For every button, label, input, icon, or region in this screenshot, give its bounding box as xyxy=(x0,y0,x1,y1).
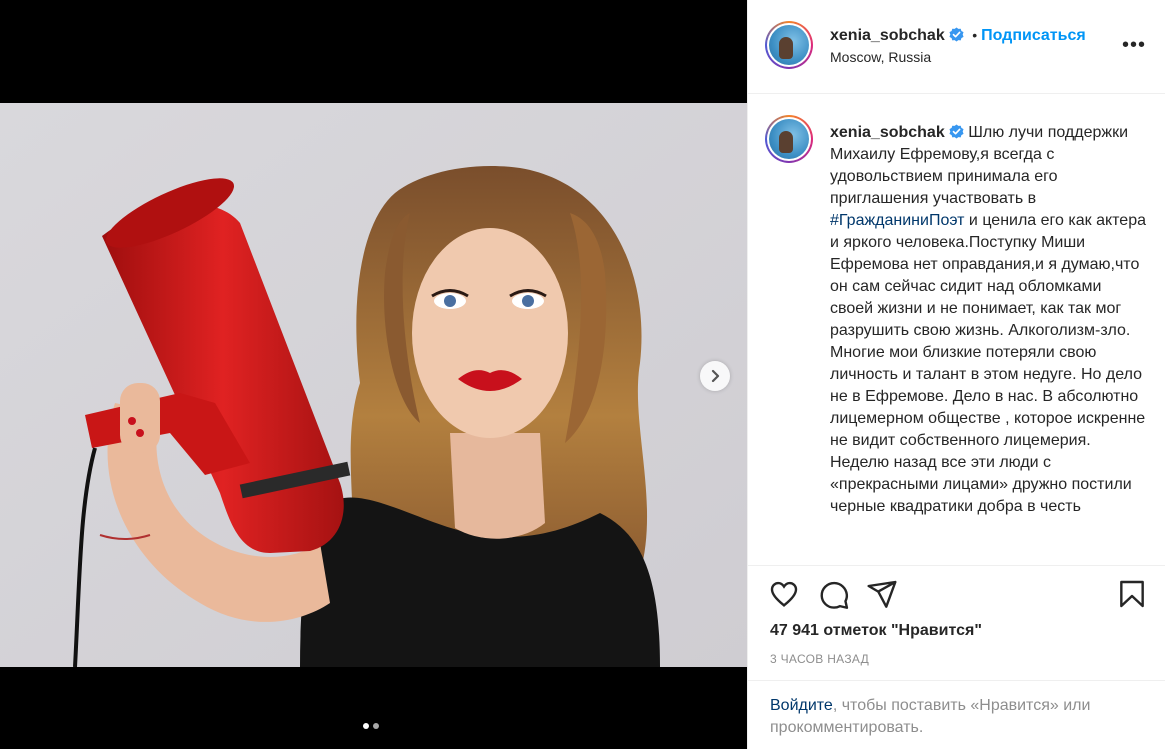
post-header: xenia_sobchak • Подписаться Moscow, Russi… xyxy=(748,0,1165,94)
hashtag-link[interactable]: #ГражданиниПоэт xyxy=(830,212,964,229)
verified-badge-icon xyxy=(949,27,964,42)
verified-badge-icon xyxy=(949,124,964,139)
caption-username[interactable]: xenia_sobchak xyxy=(830,124,945,141)
caption-text-part2: и ценила его как актера и яркого человек… xyxy=(830,212,1146,515)
carousel-indicator xyxy=(363,723,379,729)
action-bar xyxy=(748,565,1165,621)
save-button[interactable] xyxy=(1116,578,1148,615)
heart-icon xyxy=(770,581,798,607)
location-link[interactable]: Moscow, Russia xyxy=(830,49,931,65)
header-title-row: xenia_sobchak • Подписаться xyxy=(830,27,1086,45)
bookmark-icon xyxy=(1120,580,1144,608)
likes-count[interactable]: 47 941 отметок "Нравится" xyxy=(770,622,982,640)
comment-button[interactable] xyxy=(818,578,850,615)
post-timestamp[interactable]: 3 ЧАСОВ НАЗАД xyxy=(770,652,869,666)
caption: xenia_sobchak Шлю лучи поддержки Михаилу… xyxy=(830,122,1146,518)
header-separator: • xyxy=(972,27,978,43)
chevron-right-icon xyxy=(711,369,720,383)
login-prompt-text: Войдите, чтобы поставить «Нравится» или … xyxy=(770,695,1150,739)
carousel-dot-active xyxy=(363,723,369,729)
caption-avatar[interactable] xyxy=(765,115,813,163)
login-link[interactable]: Войдите xyxy=(770,697,833,714)
post-side-panel: xenia_sobchak • Подписаться Moscow, Russi… xyxy=(747,0,1165,749)
comment-icon xyxy=(820,581,849,609)
login-prompt: Войдите, чтобы поставить «Нравится» или … xyxy=(748,680,1165,749)
photo-illustration xyxy=(0,103,747,667)
header-username[interactable]: xenia_sobchak xyxy=(830,27,945,44)
more-options-button[interactable]: ••• xyxy=(1122,35,1146,55)
post-photo[interactable] xyxy=(0,103,747,667)
post-media xyxy=(0,0,747,749)
carousel-dot xyxy=(373,723,379,729)
follow-button[interactable]: Подписаться xyxy=(981,27,1086,44)
carousel-next-button[interactable] xyxy=(700,361,730,391)
like-button[interactable] xyxy=(768,578,800,615)
avatar[interactable] xyxy=(765,21,813,69)
caption-area: xenia_sobchak Шлю лучи поддержки Михаилу… xyxy=(748,94,1165,564)
share-button[interactable] xyxy=(866,578,898,615)
paper-plane-icon xyxy=(867,580,897,608)
